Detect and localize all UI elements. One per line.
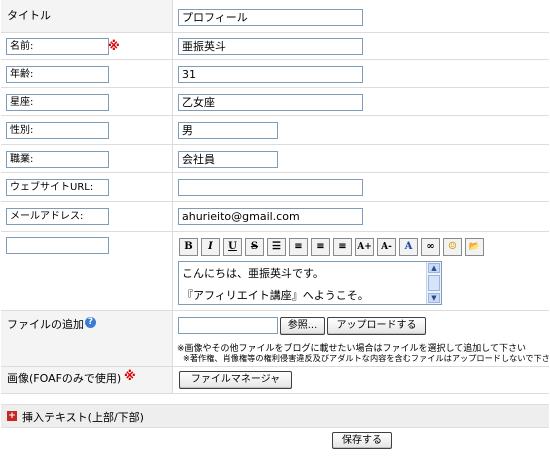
image-cell: ファイルマネージャ: [173, 367, 549, 393]
scrollbar-thumb[interactable]: [428, 275, 440, 291]
align-right-icon[interactable]: ≡: [333, 238, 352, 256]
file-add-label-cell: ファイルの追加 ?: [1, 311, 173, 366]
scroll-down-icon[interactable]: ▼: [428, 293, 440, 303]
italic-button[interactable]: I: [201, 238, 220, 256]
strike-button[interactable]: S: [245, 238, 264, 256]
gender-label-field[interactable]: 性別:: [6, 122, 109, 139]
gender-input[interactable]: 男: [178, 122, 278, 139]
name-label-field[interactable]: 名前:: [6, 38, 109, 55]
textarea-line-1: こんにちは、亜振英斗です。: [182, 267, 324, 280]
image-label-cell: 画像(FOAFのみで使用) ※: [1, 367, 173, 393]
age-input[interactable]: 31: [178, 66, 363, 83]
file-path-input[interactable]: [178, 317, 278, 334]
image-label: 画像(FOAFのみで使用): [7, 372, 122, 385]
website-label-field[interactable]: ウェブサイトURL:: [6, 179, 109, 196]
occupation-value-cell: 会社員: [173, 145, 549, 172]
insert-text-label: 挿入テキスト(上部/下部): [22, 411, 144, 424]
title-label: タイトル: [7, 9, 51, 22]
gender-row: 性別: 男: [1, 116, 549, 145]
editor-label-cell: [1, 232, 173, 310]
name-row: 名前: ※ 亜振英斗: [1, 33, 549, 60]
file-add-cell: 参照... アップロードする ※画像やその他ファイルをブログに載せたい場合はファ…: [173, 311, 550, 366]
font-smaller-button[interactable]: A-: [377, 238, 396, 256]
textarea-line-2: 『アフィリエイト講座』へようこそ。: [182, 289, 369, 302]
age-label-field[interactable]: 年齢:: [6, 66, 109, 83]
age-row: 年齢: 31: [1, 60, 549, 88]
website-label-cell: ウェブサイトURL:: [1, 173, 173, 201]
required-mark: ※: [108, 39, 120, 53]
upload-button[interactable]: アップロードする: [327, 317, 426, 335]
name-value-cell: 亜振英斗: [173, 33, 549, 59]
save-button[interactable]: 保存する: [332, 432, 392, 449]
email-row: メールアドレス: ahurieito@gmail.com: [1, 202, 549, 232]
file-note-2: ※著作権、肖像権等の権利侵害違反及びアダルトな内容を含むファイルはアップロードし…: [183, 353, 550, 363]
title-input[interactable]: プロフィール: [178, 9, 363, 26]
title-value-cell: プロフィール: [173, 0, 549, 32]
link-icon[interactable]: ∞: [421, 238, 440, 256]
website-value-cell: [173, 173, 549, 201]
name-input[interactable]: 亜振英斗: [178, 38, 363, 55]
file-manager-button[interactable]: ファイルマネージャ: [179, 371, 292, 389]
body-textarea[interactable]: こんにちは、亜振英斗です。 『アフィリエイト講座』へようこそ。 ▲ ▼: [178, 261, 442, 305]
zodiac-row: 星座: 乙女座: [1, 88, 549, 116]
occupation-label-field[interactable]: 職業:: [6, 151, 109, 168]
folder-icon[interactable]: 📂: [465, 238, 484, 256]
email-input[interactable]: ahurieito@gmail.com: [178, 208, 363, 225]
email-label-cell: メールアドレス:: [1, 202, 173, 231]
insert-text-bar[interactable]: + 挿入テキスト(上部/下部): [1, 404, 549, 428]
occupation-row: 職業: 会社員: [1, 145, 549, 173]
age-label-cell: 年齢:: [1, 60, 173, 87]
zodiac-label-cell: 星座:: [1, 88, 173, 115]
age-value-cell: 31: [173, 60, 549, 87]
zodiac-input[interactable]: 乙女座: [178, 94, 363, 111]
align-left-icon[interactable]: ≡: [289, 238, 308, 256]
required-mark-image: ※: [124, 369, 136, 383]
list-icon[interactable]: ☰: [267, 238, 286, 256]
custom-label-field[interactable]: [6, 237, 109, 254]
title-label-cell: タイトル: [1, 0, 173, 32]
title-row: タイトル プロフィール: [1, 0, 549, 33]
scroll-up-icon[interactable]: ▲: [428, 263, 440, 273]
file-add-row: ファイルの追加 ? 参照... アップロードする ※画像やその他ファイルをブログ…: [1, 311, 550, 367]
zodiac-value-cell: 乙女座: [173, 88, 549, 115]
file-add-label: ファイルの追加: [7, 318, 84, 331]
bold-button[interactable]: B: [179, 238, 198, 256]
editor-row: B I U S ☰ ≡ ≡ ≡ A+ A- A ∞ ☺ 📂 こんにちは、亜振英斗…: [1, 232, 549, 311]
underline-button[interactable]: U: [223, 238, 242, 256]
occupation-label-cell: 職業:: [1, 145, 173, 172]
editor-cell: B I U S ☰ ≡ ≡ ≡ A+ A- A ∞ ☺ 📂 こんにちは、亜振英斗…: [173, 232, 549, 310]
website-input[interactable]: [178, 179, 363, 196]
image-row: 画像(FOAFのみで使用) ※ ファイルマネージャ: [1, 367, 549, 394]
email-value-cell: ahurieito@gmail.com: [173, 202, 549, 231]
email-label-field[interactable]: メールアドレス:: [6, 208, 109, 225]
name-label-cell: 名前: ※: [1, 33, 173, 59]
help-icon[interactable]: ?: [85, 317, 96, 328]
emoticon-icon[interactable]: ☺: [443, 238, 462, 256]
font-bigger-button[interactable]: A+: [355, 238, 374, 256]
browse-button[interactable]: 参照...: [280, 317, 325, 335]
website-row: ウェブサイトURL:: [1, 173, 549, 202]
occupation-input[interactable]: 会社員: [178, 151, 278, 168]
zodiac-label-field[interactable]: 星座:: [6, 94, 109, 111]
gender-label-cell: 性別:: [1, 116, 173, 144]
font-color-button[interactable]: A: [399, 238, 418, 256]
align-center-icon[interactable]: ≡: [311, 238, 330, 256]
expand-icon[interactable]: +: [7, 411, 17, 421]
gender-value-cell: 男: [173, 116, 549, 144]
textarea-scrollbar[interactable]: ▲ ▼: [426, 262, 441, 304]
